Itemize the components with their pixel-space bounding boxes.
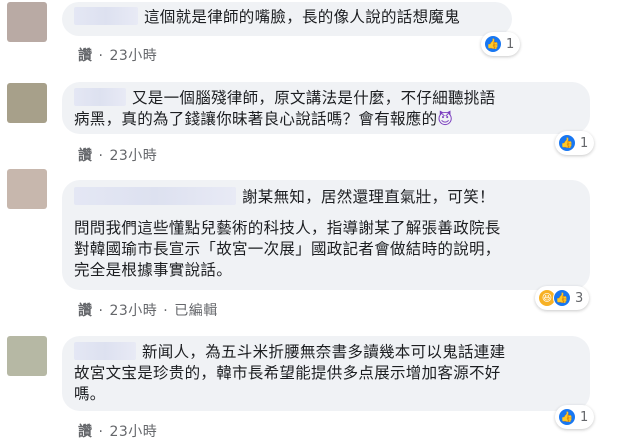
like-link[interactable]: 讚	[78, 303, 93, 319]
comment-bubble: 又是一個腦殘律師，原文講法是什麼，不仔細聽挑語 病黑，真的為了錢讓你昧著良心說話…	[62, 82, 590, 134]
separator: ·	[98, 48, 104, 64]
timestamp[interactable]: 23小時	[109, 48, 157, 64]
reactions-summary[interactable]: 👍 1	[555, 405, 595, 429]
reaction-count: 3	[575, 290, 584, 306]
comment-bubble: 這個就是律師的嘴臉，長的像人說的話想魔鬼	[62, 2, 512, 36]
comment-text: 又是一個腦殘律師，原文講法是什麼，不仔細聽挑語 病黑，真的為了錢讓你昧著良心說話…	[74, 88, 496, 128]
avatar[interactable]	[7, 336, 47, 376]
commenter-name-redacted[interactable]	[74, 7, 138, 25]
timestamp[interactable]: 23小時	[109, 303, 157, 319]
like-link[interactable]: 讚	[78, 48, 93, 64]
comment-first-line: 謝某無知，居然還理直氣壯，可笑！	[74, 187, 578, 208]
like-link[interactable]: 讚	[78, 148, 93, 164]
comment-meta: 讚 · 23小時 · 已編輯	[78, 300, 218, 320]
separator: ·	[98, 148, 104, 164]
thumbs-up-icon: 👍	[553, 289, 571, 307]
separator: ·	[98, 424, 104, 440]
comment-meta: 讚 · 23小時	[78, 45, 157, 65]
edited-label[interactable]: 已編輯	[174, 303, 218, 319]
like-link[interactable]: 讚	[78, 424, 93, 440]
reaction-count: 1	[580, 409, 589, 425]
commenter-name-redacted[interactable]	[74, 187, 236, 205]
avatar[interactable]	[7, 2, 47, 42]
commenter-name-redacted[interactable]	[74, 88, 126, 106]
smiling-devil-emoji: 😈	[437, 110, 454, 128]
thumbs-up-icon: 👍	[558, 408, 576, 426]
thumbs-up-icon: 👍	[484, 35, 502, 53]
comment-text: 新闻人，為五斗米折腰無奈書多讀幾本可以鬼話連建 故宮文宝是珍贵的，韓市長希望能提…	[74, 342, 506, 403]
timestamp[interactable]: 23小時	[109, 148, 157, 164]
reaction-count: 1	[506, 36, 515, 52]
timestamp[interactable]: 23小時	[109, 424, 157, 440]
reaction-count: 1	[580, 135, 589, 151]
comment-bubble: 新闻人，為五斗米折腰無奈書多讀幾本可以鬼話連建 故宮文宝是珍贵的，韓市長希望能提…	[62, 336, 590, 411]
comment-bubble: 謝某無知，居然還理直氣壯，可笑！ 問問我們這些懂點兒藝術的科技人，指導謝某了解張…	[62, 180, 590, 290]
commenter-name-redacted[interactable]	[74, 342, 136, 360]
avatar[interactable]	[7, 169, 47, 209]
separator: ·	[98, 303, 104, 319]
reactions-summary[interactable]: 😆 👍 3	[535, 286, 590, 310]
comment-meta: 讚 · 23小時	[78, 145, 157, 165]
reactions-summary[interactable]: 👍 1	[481, 32, 521, 56]
thumbs-up-icon: 👍	[558, 134, 576, 152]
comment-text-paragraph-2: 問問我們這些懂點兒藝術的科技人，指導謝某了解張善政院長 對韓國瑜市長宣示「故宮一…	[74, 219, 501, 279]
reactions-summary[interactable]: 👍 1	[555, 131, 595, 155]
avatar[interactable]	[7, 83, 47, 123]
separator: ·	[163, 303, 169, 319]
comment-text: 這個就是律師的嘴臉，長的像人說的話想魔鬼	[144, 8, 461, 26]
comment-text: 謝某無知，居然還理直氣壯，可笑！	[242, 188, 495, 206]
comment-meta: 讚 · 23小時	[78, 421, 157, 441]
